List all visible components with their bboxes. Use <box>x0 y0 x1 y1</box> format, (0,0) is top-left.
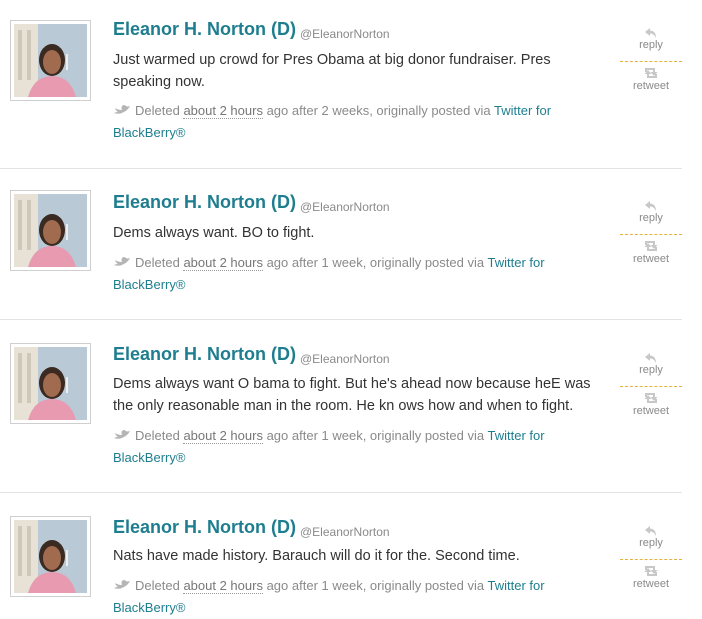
actions-separator <box>620 234 682 235</box>
retweet-button[interactable]: retweet <box>620 66 682 98</box>
meta-detail: ago after 1 week, originally posted via <box>266 578 485 593</box>
retweet-icon <box>644 68 658 78</box>
tweet-actions: reply retweet <box>620 525 682 596</box>
author-handle[interactable]: @EleanorNorton <box>300 27 390 41</box>
reply-button[interactable]: reply <box>620 27 682 59</box>
author-handle[interactable]: @EleanorNorton <box>300 200 390 214</box>
retweet-icon <box>644 566 658 576</box>
actions-separator <box>620 559 682 560</box>
retweet-label: retweet <box>632 80 670 92</box>
tweet-meta: Deleted about 2 hours ago after 1 week, … <box>113 252 593 296</box>
reply-button[interactable]: reply <box>620 200 682 232</box>
tweet-text: Nats have made history. Barauch will do … <box>113 548 520 564</box>
deleted-label: Deleted <box>135 578 180 593</box>
tweet-text: Dems always want. BO to fight. <box>113 225 315 241</box>
meta-detail: ago after 1 week, originally posted via <box>266 428 485 443</box>
author-name[interactable]: Eleanor H. Norton (D) <box>113 192 296 213</box>
retweet-label: retweet <box>632 253 670 265</box>
retweet-button[interactable]: retweet <box>620 239 682 271</box>
reply-label: reply <box>639 212 663 224</box>
retweet-label: retweet <box>632 405 670 417</box>
author-name[interactable]: Eleanor H. Norton (D) <box>113 19 296 40</box>
tweet-meta: Deleted about 2 hours ago after 1 week, … <box>113 425 593 469</box>
reply-label: reply <box>639 537 663 549</box>
author-name[interactable]: Eleanor H. Norton (D) <box>113 517 296 538</box>
reply-arrow-icon <box>645 28 656 38</box>
tweet-meta: Deleted about 2 hours ago after 1 week, … <box>113 575 593 619</box>
timestamp-link[interactable]: about 2 hours <box>183 255 263 271</box>
avatar[interactable] <box>10 20 91 101</box>
reply-label: reply <box>639 364 663 376</box>
meta-detail: ago after 1 week, originally posted via <box>266 255 485 270</box>
tweet-text: Dems always want O bama to fight. But he… <box>113 376 591 414</box>
timestamp-link[interactable]: about 2 hours <box>183 103 263 119</box>
retweet-button[interactable]: retweet <box>620 391 682 423</box>
tweet-actions: reply retweet <box>620 200 682 271</box>
tweet-meta: Deleted about 2 hours ago after 2 weeks,… <box>113 100 593 144</box>
tweet-item: Eleanor H. Norton (D) @EleanorNorton Jus… <box>0 0 682 168</box>
retweet-icon <box>644 393 658 403</box>
tweet-item: Eleanor H. Norton (D) @EleanorNorton Nat… <box>0 493 682 619</box>
deleted-label: Deleted <box>135 428 180 443</box>
timestamp-link[interactable]: about 2 hours <box>183 428 263 444</box>
avatar[interactable] <box>10 190 91 271</box>
tweet-actions: reply retweet <box>620 352 682 423</box>
reply-arrow-icon <box>645 201 656 211</box>
bird-icon <box>114 105 130 114</box>
bird-icon <box>114 257 130 266</box>
author-handle[interactable]: @EleanorNorton <box>300 352 390 366</box>
tweet-item: Eleanor H. Norton (D) @EleanorNorton Dem… <box>0 320 682 492</box>
timestamp-link[interactable]: about 2 hours <box>183 578 263 594</box>
author-name[interactable]: Eleanor H. Norton (D) <box>113 344 296 365</box>
author-handle[interactable]: @EleanorNorton <box>300 525 390 539</box>
retweet-icon <box>644 241 658 251</box>
retweet-button[interactable]: retweet <box>620 564 682 596</box>
reply-button[interactable]: reply <box>620 525 682 557</box>
bird-icon <box>114 580 130 589</box>
tweet-item: Eleanor H. Norton (D) @EleanorNorton Dem… <box>0 169 682 319</box>
meta-detail: ago after 2 weeks, originally posted via <box>266 103 491 118</box>
reply-button[interactable]: reply <box>620 352 682 384</box>
avatar[interactable] <box>10 516 91 597</box>
avatar[interactable] <box>10 343 91 424</box>
tweet-actions: reply retweet <box>620 27 682 98</box>
deleted-label: Deleted <box>135 103 180 118</box>
reply-arrow-icon <box>645 526 656 536</box>
reply-label: reply <box>639 39 663 51</box>
retweet-label: retweet <box>632 578 670 590</box>
actions-separator <box>620 386 682 387</box>
tweet-text: Just warmed up crowd for Pres Obama at b… <box>113 52 551 90</box>
deleted-label: Deleted <box>135 255 180 270</box>
actions-separator <box>620 61 682 62</box>
bird-icon <box>114 430 130 439</box>
reply-arrow-icon <box>645 353 656 363</box>
